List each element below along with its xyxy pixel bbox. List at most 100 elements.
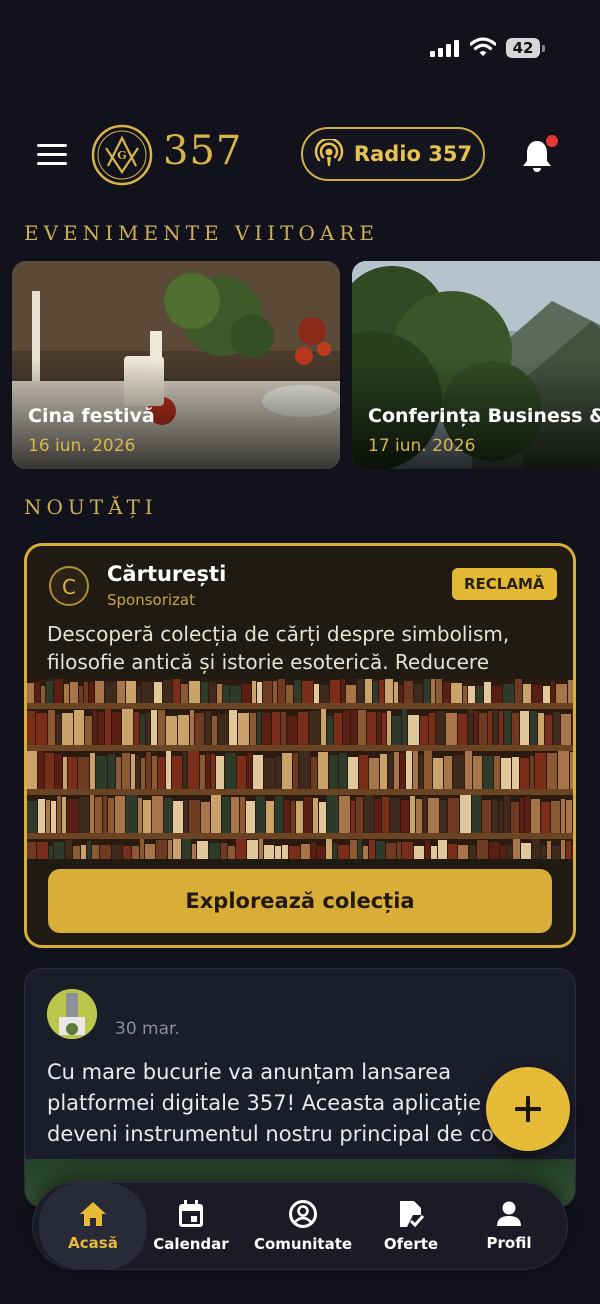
book-spine — [425, 840, 430, 859]
book-spine — [341, 679, 345, 703]
book-spine — [358, 710, 366, 745]
book-spine — [182, 839, 191, 859]
book-spine — [189, 800, 200, 833]
book-spine — [444, 756, 452, 789]
book-spine — [230, 686, 241, 703]
book-spine — [397, 842, 401, 859]
book-spine — [225, 753, 236, 789]
book-spine — [64, 684, 69, 703]
sponsored-label: Sponsorizat — [107, 591, 196, 609]
book-spine — [413, 751, 418, 789]
book-spine — [327, 795, 338, 833]
book-spine — [512, 757, 519, 789]
book-spine — [78, 757, 89, 789]
book-spine — [217, 684, 222, 703]
book-spine — [92, 845, 99, 859]
book-spine — [438, 840, 447, 859]
book-spine — [448, 844, 457, 859]
nav-item-community[interactable]: Comunitate — [253, 1183, 353, 1269]
book-spine — [530, 711, 537, 745]
ad-card[interactable]: C Cărturești Sponsorizat RECLAMĂ Descope… — [24, 543, 576, 948]
book-spine — [561, 840, 565, 859]
book-spine — [263, 681, 272, 703]
book-spine — [404, 681, 413, 703]
book-spine — [93, 710, 97, 745]
book-spine — [272, 712, 280, 745]
plus-icon — [515, 1096, 541, 1122]
book-spine — [264, 758, 275, 789]
event-date: 17 iun. 2026 — [368, 436, 476, 456]
book-spine — [318, 752, 328, 789]
book-spine — [547, 841, 551, 859]
book-spine — [472, 795, 481, 833]
book-spine — [281, 712, 286, 745]
profile-icon — [497, 1201, 521, 1226]
book-spine — [326, 839, 332, 859]
book-spine — [266, 801, 274, 833]
nav-item-calendar[interactable]: Calendar — [151, 1183, 231, 1269]
book-spine — [212, 716, 217, 745]
book-spine — [440, 800, 447, 833]
nav-item-offers[interactable]: Oferte — [371, 1183, 451, 1269]
book-spine — [27, 751, 37, 789]
book-spine — [386, 843, 396, 859]
book-spine — [327, 716, 333, 745]
event-title: Conferința Business & N — [368, 405, 600, 427]
book-spine — [436, 679, 442, 703]
book-spine — [531, 799, 540, 833]
book-spine — [489, 842, 499, 859]
book-spine — [183, 752, 187, 789]
book-spine — [151, 710, 157, 745]
add-post-button[interactable] — [486, 1067, 570, 1151]
book-spine — [523, 684, 531, 703]
book-spine — [552, 846, 560, 859]
book-spine — [231, 797, 239, 833]
book-spine — [339, 796, 350, 833]
book-spine — [55, 754, 62, 789]
book-spine — [98, 712, 104, 745]
post-date: 30 mar. — [115, 1019, 180, 1039]
book-spine — [410, 796, 415, 833]
book-spine — [262, 713, 271, 745]
author-avatar[interactable] — [47, 989, 97, 1039]
notification-dot — [546, 135, 558, 147]
nav-label: Calendar — [153, 1235, 229, 1253]
book-spine — [503, 684, 514, 703]
event-card[interactable]: Conferința Business & N 17 iun. 2026 — [352, 261, 600, 469]
book-spine — [100, 845, 111, 859]
explore-collection-button[interactable]: Explorează colecția — [48, 869, 552, 933]
book-spine — [468, 709, 473, 745]
book-spine — [520, 758, 529, 789]
book-spine — [286, 685, 293, 703]
book-spine — [477, 840, 488, 859]
book-spine — [140, 714, 145, 745]
book-spine — [561, 799, 565, 833]
book-spine — [252, 681, 256, 703]
book-spine — [416, 799, 422, 833]
book-spine — [311, 757, 317, 789]
book-spine — [568, 680, 573, 703]
book-spine — [402, 842, 413, 859]
nav-item-profile[interactable]: Profil — [469, 1183, 549, 1269]
book-spine — [424, 751, 432, 789]
book-spine — [218, 714, 228, 745]
event-card[interactable]: Cina festivă 16 iun. 2026 — [12, 261, 340, 469]
book-spine — [532, 685, 542, 703]
book-spine — [530, 756, 534, 789]
book-spine — [142, 682, 153, 703]
book-spine — [375, 799, 381, 833]
menu-icon[interactable] — [37, 144, 67, 166]
radio-button[interactable]: Radio 357 — [301, 127, 485, 181]
book-spine — [468, 686, 475, 703]
book-spine — [240, 797, 245, 833]
book-spine — [547, 753, 557, 789]
book-spine — [108, 798, 114, 833]
book-spine — [474, 711, 478, 745]
book-spine — [572, 709, 573, 745]
book-spine — [63, 757, 67, 789]
book-spine — [192, 844, 196, 859]
book-spine — [197, 841, 208, 859]
book-spine — [146, 713, 150, 745]
signal-icon — [430, 40, 459, 57]
nav-item-home[interactable]: Acasă — [39, 1183, 147, 1269]
